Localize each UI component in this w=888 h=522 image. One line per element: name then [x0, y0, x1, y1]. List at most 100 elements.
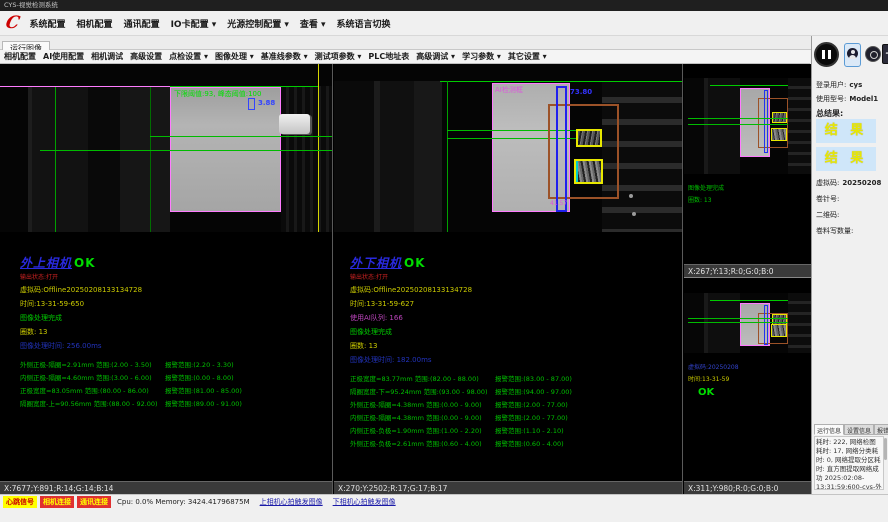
measurement-row: 隔圈宽度-上=90.56mm 范围:(88.00 - 92.00) 报警范围:(… — [20, 398, 332, 411]
toolbar-item[interactable]: 高级设置 — [130, 51, 162, 62]
inner-camera-column: 图像处理完成 圈数: 13 X:267;Y:13;R:0;G:0;B:0 — [684, 64, 811, 494]
measurement-alarm-range: 报警范围:(1.10 - 2.10) — [495, 425, 564, 435]
measurement-value: 内侧正极-隔圈=4.60mm 范围:(3.00 - 6.00) — [20, 372, 152, 382]
toolbar-item[interactable]: 基准线参数 ▾ — [261, 51, 308, 62]
log-tab-settings[interactable]: 设置信息 — [844, 424, 874, 435]
camera-view-inner-lower: 虚拟码:20250208 时间:13-31-59 OK X:311;Y:980;… — [684, 279, 811, 494]
login-user-button[interactable] — [844, 43, 861, 67]
menu-bar: C 系统配置相机配置通讯配置IO卡配置 ▾光源控制配置 ▾查看 ▾系统语言切换 — [0, 11, 888, 36]
menu-item[interactable]: 相机配置 — [77, 17, 113, 30]
menu-item[interactable]: IO卡配置 ▾ — [171, 17, 217, 30]
camera-canvas-inner-lower[interactable] — [684, 293, 811, 353]
process-done-line: 图像处理完成 — [350, 327, 682, 337]
login-user-value: cys — [849, 81, 862, 89]
barcode-line: 虚拟码:Offline20250208133134728 — [350, 285, 682, 295]
result-indicator-lower: 结 果 — [816, 147, 876, 171]
defect-detect-box — [772, 112, 787, 123]
measurement-value: 内侧正极-隔圈=4.38mm 范围:(0.00 - 9.00) — [350, 412, 482, 422]
measurement-value: 外侧正极-负极=2.61mm 范围:(0.60 - 4.00) — [350, 438, 482, 448]
camera-title: 外上相机OK — [20, 254, 332, 271]
log-scrollbar[interactable] — [884, 438, 887, 460]
green-guide-line — [150, 86, 151, 232]
menu-item[interactable]: 系统语言切换 — [337, 17, 391, 30]
status-ok: OK — [404, 256, 426, 270]
cpu-memory-text: Cpu: 0.0% Memory: 3424.41796875M — [117, 498, 250, 506]
toolbar-item[interactable]: 测试项参数 ▾ — [315, 51, 362, 62]
qr-code-label: 二维码: — [816, 210, 839, 220]
measurement-value: 外侧正极-隔圈=4.38mm 范围:(0.00 - 9.00) — [350, 399, 482, 409]
pixel-coordinate-bar: X:270;Y:2502;R:17;G:17;B:17 — [334, 481, 682, 494]
green-baseline — [688, 124, 788, 125]
machinery-left — [684, 293, 740, 353]
toolbar-item[interactable]: 高级调试 ▾ — [416, 51, 455, 62]
model-row: 使用型号:Model1 — [816, 94, 878, 104]
camera-view-inner-upper: 图像处理完成 圈数: 13 X:267;Y:13;R:0;G:0;B:0 — [684, 64, 811, 278]
person-icon — [847, 48, 858, 59]
menu-item[interactable]: 通讯配置 — [124, 17, 160, 30]
menu-item[interactable]: 查看 ▾ — [300, 17, 326, 30]
measurement-value: 外侧正极-隔圈=2.91mm 范围:(2.00 - 3.50) — [20, 359, 152, 369]
machinery-left — [0, 86, 170, 232]
lock-button[interactable] — [865, 46, 881, 62]
pixel-coordinate-bar: X:267;Y:13;R:0;G:0;B:0 — [684, 264, 811, 277]
camera-canvas-outer-upper[interactable]: 下限阈值:93, 峰态阈值:100 3.88 — [0, 64, 332, 232]
log-tab-run[interactable]: 运行信息 — [814, 424, 844, 435]
toolbar-item[interactable]: 学习参数 ▾ — [462, 51, 501, 62]
toolbar-item[interactable]: PLC地址表 — [368, 51, 409, 62]
pause-button[interactable] — [814, 42, 839, 67]
process-done-line: 图像处理完成 — [20, 313, 332, 323]
barcode-line: 虚拟码:Offline20250208133134728 — [20, 285, 332, 295]
time-line: 时间:13-31-59-650 — [20, 299, 332, 309]
toolbar-item[interactable]: 相机调试 — [91, 51, 123, 62]
time-line: 时间:13-31-59-627 — [350, 299, 682, 309]
comm-link-badge: 通讯连接 — [77, 496, 111, 508]
process-time-line: 图像处理时间: 256.00ms — [20, 341, 332, 351]
upper-camera-trigger-link[interactable]: 上相机心拍触发图像 — [260, 497, 323, 507]
toolbar-item[interactable]: 其它设置 ▾ — [508, 51, 547, 62]
measurement-value: 内侧正极-负极=1.90mm 范围:(1.00 - 2.20) — [350, 425, 482, 435]
menu-item[interactable]: 系统配置 — [30, 17, 66, 30]
toolbar-item[interactable]: 相机配置 — [4, 51, 36, 62]
pixel-coordinate-bar: X:311;Y:980;R:0;G:0;B:0 — [684, 481, 811, 494]
login-user-label: 登录用户: — [816, 81, 846, 89]
measurement-row: 内侧正极-隔圈=4.38mm 范围:(0.00 - 9.00) 报警范围:(2.… — [350, 412, 682, 425]
lower-camera-trigger-link[interactable]: 下相机心拍触发图像 — [333, 497, 396, 507]
ai-queue-line: 使用AI队列: 166 — [350, 313, 682, 323]
defect-detect-box — [576, 129, 602, 147]
bolt-highlight — [629, 194, 633, 198]
camera-canvas-outer-lower[interactable]: AI检测框 73.80 41.57 — [334, 64, 682, 232]
turns-line: 圈数: 13 — [350, 341, 682, 351]
barcode-line: 虚拟码:20250208 — [684, 362, 811, 371]
camera-canvas-inner-upper[interactable] — [684, 78, 811, 174]
tab-row: 运行图像 — [0, 36, 888, 50]
virtual-code-row: 虚拟码:20250208 — [816, 178, 881, 188]
green-guide-line — [447, 81, 448, 232]
process-done-line: 图像处理完成 — [684, 183, 811, 192]
log-tab-errors[interactable]: 报错信息 — [874, 424, 888, 435]
results-inner-lower: 虚拟码:20250208 时间:13-31-59 OK — [684, 359, 811, 398]
virtual-code-label: 虚拟码: — [816, 179, 839, 187]
measurement-list: 外侧正极-隔圈=2.91mm 范围:(2.00 - 3.50) 报警范围:(2.… — [20, 359, 332, 411]
menu-item[interactable]: 光源控制配置 ▾ — [227, 17, 289, 30]
heartbeat-badge: 心跳信号 — [3, 496, 37, 508]
exit-button[interactable]: ➜ — [882, 44, 888, 64]
measurement-row: 外侧正极-负极=2.61mm 范围:(0.60 - 4.00) 报警范围:(0.… — [350, 438, 682, 451]
camera-name: 外下相机 — [350, 256, 402, 270]
tab-connector-object — [279, 114, 310, 134]
output-state: 输出状态:打开 — [20, 272, 332, 281]
magenta-guide-line — [0, 86, 170, 87]
login-user-row: 登录用户:cys — [816, 80, 862, 90]
measurement-alarm-range: 报警范围:(0.00 - 8.00) — [165, 372, 234, 382]
toolbar-item[interactable]: 点检设置 ▾ — [169, 51, 208, 62]
toolbar-item[interactable]: 图像处理 ▾ — [215, 51, 254, 62]
model-label: 使用型号: — [816, 95, 846, 103]
app-window: CYS-视觉检测系统 C 系统配置相机配置通讯配置IO卡配置 ▾光源控制配置 ▾… — [0, 0, 888, 522]
menu-items: 系统配置相机配置通讯配置 IO卡配置 ▾ 光源控制配置 ▾ 查看 ▾ 系统语言切换 — [30, 17, 402, 30]
toolbar-item[interactable]: AI使用配置 — [43, 51, 84, 62]
measurement-row: 隔圈宽度-下=95.24mm 范围:(93.00 - 98.00) 报警范围:(… — [350, 386, 682, 399]
green-baseline — [688, 322, 788, 323]
title-bar: CYS-视觉检测系统 — [0, 0, 888, 11]
blue-measure-label: 73.80 — [570, 88, 592, 96]
green-baseline — [688, 118, 788, 119]
machinery-right — [281, 86, 332, 232]
